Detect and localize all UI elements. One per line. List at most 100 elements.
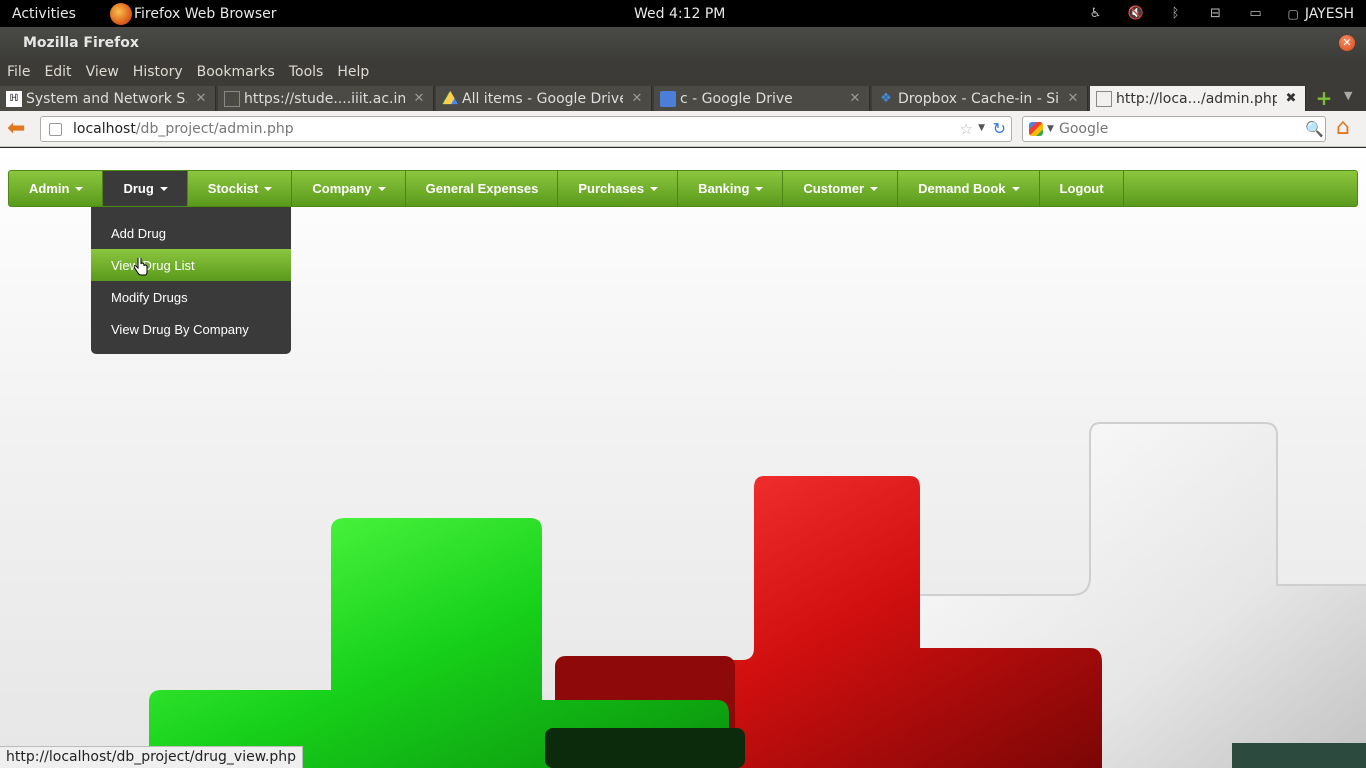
hand-cursor-icon (134, 258, 148, 276)
tab-close-icon[interactable]: ✕ (847, 91, 863, 106)
tab-c-google-drive[interactable]: c - Google Drive ✕ (654, 86, 870, 111)
volume-muted-icon[interactable]: 🔇 (1127, 6, 1143, 22)
tab-dropbox[interactable]: ❖ Dropbox - Cache-in - Si... ✕ (872, 86, 1088, 111)
nav-company[interactable]: Company (292, 171, 406, 206)
nav-purchases[interactable]: Purchases (558, 171, 679, 206)
tab-favicon-icon: ℍ (6, 90, 22, 107)
dropdown-item-view-drug-list[interactable]: View Drug List (91, 249, 291, 281)
activities-button[interactable]: Activities (12, 6, 76, 22)
nav-banking-label: Banking (698, 181, 750, 196)
gnome-top-panel: Activities Firefox Web Browser Wed 4:12 … (0, 0, 1366, 27)
window-titlebar: Mozilla Firefox ✕ (0, 27, 1366, 59)
drug-dropdown-menu: Add Drug View Drug List Modify Drugs Vie… (91, 207, 291, 354)
tab-system-network[interactable]: ℍ System and Network S... ✕ (0, 86, 216, 111)
firefox-icon (110, 2, 132, 25)
google-doc-icon (660, 90, 676, 107)
caret-down-icon (650, 186, 659, 191)
nav-customer[interactable]: Customer (783, 171, 899, 206)
dropbox-icon: ❖ (880, 90, 892, 106)
nav-demand-book[interactable]: Demand Book (898, 171, 1040, 206)
caret-down-icon (755, 186, 764, 191)
nav-stockist[interactable]: Stockist (188, 171, 293, 206)
nav-customer-label: Customer (803, 181, 865, 196)
url-text[interactable]: localhost/db_project/admin.php (73, 121, 294, 137)
nav-general-expenses-label: General Expenses (425, 181, 539, 196)
tab-close-icon[interactable]: ✖ (1283, 91, 1299, 106)
nav-stockist-label: Stockist (207, 181, 259, 196)
caret-down-icon (377, 186, 386, 191)
accessibility-icon[interactable]: ♿ (1087, 6, 1103, 22)
nav-company-label: Company (312, 181, 372, 196)
tab-label: https://stude....iiit.ac.in/ (244, 90, 405, 107)
page-icon (224, 90, 240, 107)
nav-drug-label: Drug (123, 181, 154, 196)
clock[interactable]: Wed 4:12 PM (634, 6, 725, 22)
reload-icon[interactable]: ↻ (993, 119, 1006, 138)
tab-label: c - Google Drive (680, 90, 793, 107)
search-engine-dropdown-icon[interactable]: ▼ (1047, 124, 1054, 134)
url-path: /db_project/admin.php (135, 121, 294, 137)
google-search-engine-icon[interactable] (1029, 122, 1043, 136)
dropdown-item-view-drug-by-company[interactable]: View Drug By Company (91, 313, 291, 345)
nav-banking[interactable]: Banking (678, 171, 784, 206)
system-tray: ♿ 🔇 ᛒ ⊟ ▭ ▢ JAYESH (1087, 0, 1366, 27)
search-bar[interactable]: ▼ 🔍 (1022, 116, 1326, 142)
dropdown-item-modify-drugs[interactable]: Modify Drugs (91, 281, 291, 313)
url-history-dropdown-icon[interactable]: ▼ (978, 123, 985, 133)
tab-list-chevron-icon[interactable]: ▼ (1344, 89, 1352, 102)
back-arrow-icon[interactable]: ⬅ (7, 118, 29, 140)
window-close-icon[interactable]: ✕ (1339, 35, 1355, 51)
window-title: Mozilla Firefox (23, 35, 139, 51)
google-drive-icon (442, 90, 458, 105)
nav-admin[interactable]: Admin (9, 171, 104, 206)
menu-bookmarks[interactable]: Bookmarks (197, 64, 275, 80)
tab-label: Dropbox - Cache-in - Si... (898, 90, 1059, 107)
caret-down-icon (1011, 186, 1020, 191)
page-icon (1096, 90, 1112, 107)
caret-down-icon (870, 186, 879, 191)
user-menu[interactable]: ▢ JAYESH (1287, 6, 1354, 22)
menu-file[interactable]: File (7, 64, 30, 80)
tab-admin-active[interactable]: http://loca.../admin.php ✖ (1090, 86, 1306, 111)
user-name: JAYESH (1304, 5, 1354, 22)
search-input[interactable] (1059, 120, 1289, 138)
menu-edit[interactable]: Edit (44, 64, 71, 80)
tab-label: All items - Google Drive (462, 90, 623, 107)
site-identity-icon[interactable] (49, 123, 62, 136)
app-menu[interactable]: Firefox Web Browser (110, 2, 277, 25)
nav-drug[interactable]: Drug (103, 171, 188, 206)
url-bar[interactable]: localhost/db_project/admin.php ☆ ▼ ↻ (40, 116, 1012, 142)
nav-general-expenses[interactable]: General Expenses (406, 171, 559, 206)
url-host: localhost (73, 121, 136, 137)
tab-label: http://loca.../admin.php (1116, 90, 1277, 107)
tab-close-icon[interactable]: ✕ (411, 91, 427, 106)
menu-help[interactable]: Help (337, 64, 369, 80)
new-tab-icon[interactable]: + (1310, 87, 1338, 110)
search-icon[interactable]: 🔍 (1305, 120, 1324, 138)
network-icon[interactable]: ⊟ (1207, 6, 1223, 22)
status-bar-url: http://localhost/db_project/drug_view.ph… (0, 746, 303, 768)
navigation-toolbar: ⬅ localhost/db_project/admin.php ☆ ▼ ↻ ▼… (0, 111, 1366, 147)
home-icon[interactable]: ⌂ (1336, 116, 1360, 140)
tab-close-icon[interactable]: ✕ (1065, 91, 1081, 106)
nav-logout[interactable]: Logout (1040, 171, 1124, 206)
tab-close-icon[interactable]: ✕ (629, 91, 645, 106)
dropdown-item-add-drug[interactable]: Add Drug (91, 217, 291, 249)
menu-tools[interactable]: Tools (289, 64, 324, 80)
chat-icon: ▢ (1287, 6, 1299, 21)
nav-demand-book-label: Demand Book (918, 181, 1006, 196)
battery-icon[interactable]: ▭ (1247, 6, 1263, 22)
bookmark-star-icon[interactable]: ☆ (960, 120, 973, 138)
tab-close-icon[interactable]: ✕ (193, 91, 209, 106)
app-name: Firefox Web Browser (134, 5, 277, 22)
page-content: Admin Drug Stockist Company General Expe… (0, 148, 1366, 768)
caret-down-icon (75, 186, 84, 191)
tab-iiit[interactable]: https://stude....iiit.ac.in/ ✕ (218, 86, 434, 111)
menu-view[interactable]: View (86, 64, 119, 80)
caret-down-icon (159, 186, 168, 191)
nav-admin-label: Admin (29, 181, 70, 196)
tab-google-drive-all[interactable]: All items - Google Drive ✕ (436, 86, 652, 111)
menu-history[interactable]: History (133, 64, 183, 80)
menu-bar: File Edit View History Bookmarks Tools H… (0, 59, 1366, 85)
bluetooth-icon[interactable]: ᛒ (1167, 6, 1183, 22)
